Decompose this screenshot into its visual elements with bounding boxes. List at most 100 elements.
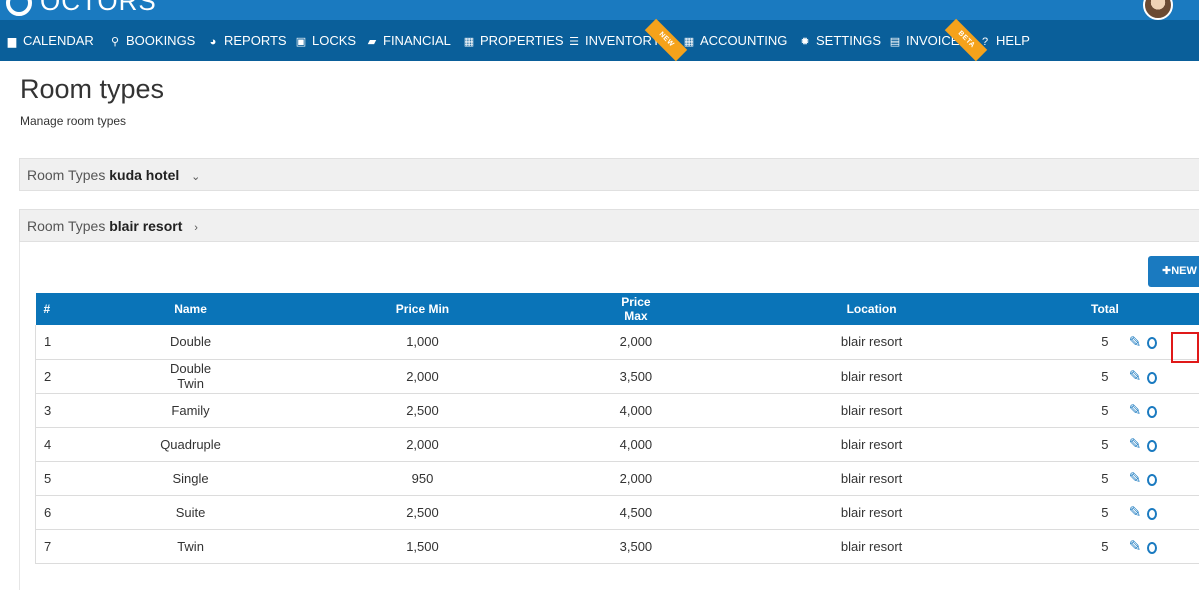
cell-price-min: 2,000 xyxy=(225,427,620,462)
table-row: 7 Twin 1,500 3,500 blair resort 5 ✎ xyxy=(34,529,1199,564)
cell-price-min: 1,000 xyxy=(225,325,620,360)
cell-number: 1 xyxy=(34,325,156,360)
delete-icon[interactable] xyxy=(1147,541,1158,554)
main-nav: ▆ CALENDAR ⚲ BOOKINGS ◕ REPORTS ▣ LOCKS ▰ FIN… xyxy=(0,18,1199,62)
new-room-type-button[interactable]: ✚NEW xyxy=(1148,256,1199,287)
gear-icon: ✹ xyxy=(800,36,810,48)
col-total: Total xyxy=(1091,293,1119,325)
cell-price-max: 4,000 xyxy=(619,393,653,428)
cell-price-max: 4,500 xyxy=(619,495,653,530)
edit-pencil-icon[interactable]: ✎ xyxy=(1129,435,1142,453)
col-location: Location xyxy=(652,293,1091,325)
cell-total: 5 xyxy=(1091,461,1119,496)
edit-pencil-icon[interactable]: ✎ xyxy=(1129,333,1142,351)
table-row: 1 Double 1,000 2,000 blair resort 5 ✎ xyxy=(34,325,1199,360)
cell-actions: ✎ xyxy=(1118,495,1199,530)
user-avatar[interactable] xyxy=(1143,0,1173,20)
question-circle-icon: ? xyxy=(981,36,989,48)
table-header-row: # Name Price Min Price Max Location Tota… xyxy=(35,293,1199,325)
cell-price-min: 950 xyxy=(225,461,620,496)
table-row: 6 Suite 2,500 4,500 blair resort 5 ✎ xyxy=(34,495,1199,530)
cell-name: Family xyxy=(155,393,226,428)
cell-price-max: 3,500 xyxy=(619,529,653,564)
cell-actions: ✎ xyxy=(1118,393,1199,428)
cell-total: 5 xyxy=(1091,529,1119,564)
cell-price-max: 2,000 xyxy=(619,325,653,360)
panel-hotel-name: kuda hotel xyxy=(109,167,180,183)
col-price-min: Price Min xyxy=(225,293,620,325)
cell-price-max: 4,000 xyxy=(619,427,653,462)
plus-icon: ✚ xyxy=(1162,265,1172,277)
nav-settings[interactable]: ✹ SETTINGS xyxy=(799,20,881,61)
nav-properties[interactable]: ▦ PROPERTIES xyxy=(463,20,564,61)
brand-logo[interactable]: OCTORS xyxy=(6,0,157,17)
nav-locks[interactable]: ▣ LOCKS xyxy=(295,20,356,61)
edit-highlight-box xyxy=(1171,332,1199,363)
cell-actions: ✎ xyxy=(1118,461,1199,496)
cell-location: blair resort xyxy=(652,393,1091,428)
cell-price-min: 2,500 xyxy=(225,495,620,530)
page-subtitle: Manage room types xyxy=(20,114,127,128)
calculator-icon: ▦ xyxy=(683,36,695,48)
map-icon: ▦ xyxy=(463,36,475,48)
cell-number: 3 xyxy=(34,393,156,428)
edit-pencil-icon[interactable]: ✎ xyxy=(1129,469,1142,487)
cell-name: Suite xyxy=(155,495,226,530)
logo-icon xyxy=(6,0,32,17)
edit-pencil-icon[interactable]: ✎ xyxy=(1129,367,1142,385)
cell-price-max: 3,500 xyxy=(619,359,653,394)
cell-price-min: 2,000 xyxy=(225,359,620,394)
delete-icon[interactable] xyxy=(1147,439,1158,452)
file-icon: ▤ xyxy=(889,36,901,48)
nav-reports[interactable]: ◕ REPORTS xyxy=(207,20,287,61)
delete-icon[interactable] xyxy=(1147,405,1158,418)
col-number: # xyxy=(35,293,156,325)
room-types-table: # Name Price Min Price Max Location Tota… xyxy=(34,293,1199,564)
cell-location: blair resort xyxy=(652,495,1091,530)
panel-prefix: Room Types xyxy=(27,218,106,234)
delete-icon[interactable] xyxy=(1147,473,1158,486)
table-row: 5 Single 950 2,000 blair resort 5 ✎ xyxy=(34,461,1199,496)
edit-pencil-icon[interactable]: ✎ xyxy=(1129,537,1142,555)
col-actions: Ac xyxy=(1118,293,1199,325)
cell-name: Double xyxy=(155,325,226,360)
cell-total: 5 xyxy=(1091,325,1119,360)
nav-calendar[interactable]: ▆ CALENDAR xyxy=(6,20,94,61)
nav-help[interactable]: ? HELP xyxy=(979,20,1030,61)
lock-icon: ▣ xyxy=(295,36,307,48)
delete-icon[interactable] xyxy=(1147,337,1158,350)
nav-financial[interactable]: ▰ FINANCIAL xyxy=(366,20,451,61)
cell-number: 7 xyxy=(34,529,156,564)
cell-price-min: 2,500 xyxy=(225,393,620,428)
folder-open-icon: ▰ xyxy=(367,36,377,48)
cell-name: Quadruple xyxy=(155,427,226,462)
cell-number: 5 xyxy=(34,461,156,496)
panel-kuda-hotel[interactable]: Room Types kuda hotel ⌄ xyxy=(19,158,1199,191)
edit-pencil-icon[interactable]: ✎ xyxy=(1129,401,1142,419)
table-row: 4 Quadruple 2,000 4,000 blair resort 5 ✎ xyxy=(34,427,1199,462)
cell-location: blair resort xyxy=(652,529,1091,564)
delete-icon[interactable] xyxy=(1147,507,1158,520)
cell-location: blair resort xyxy=(652,325,1091,360)
cell-location: blair resort xyxy=(652,427,1091,462)
chevron-down-icon: ⌄ xyxy=(191,171,201,183)
delete-icon[interactable] xyxy=(1147,371,1158,384)
cell-total: 5 xyxy=(1091,427,1119,462)
cell-location: blair resort xyxy=(652,461,1091,496)
nav-bookings[interactable]: ⚲ BOOKINGS xyxy=(109,20,195,61)
edit-pencil-icon[interactable]: ✎ xyxy=(1129,503,1142,521)
nav-accounting[interactable]: ▦ ACCOUNTING xyxy=(683,20,788,61)
col-name: Name xyxy=(155,293,226,325)
nav-inventory[interactable]: ☰ INVENTORY xyxy=(568,20,660,61)
pie-chart-icon: ◕ xyxy=(209,36,217,48)
panel-blair-resort[interactable]: Room Types blair resort › xyxy=(19,209,1199,242)
table-row: 3 Family 2,500 4,000 blair resort 5 ✎ xyxy=(34,393,1199,428)
cell-actions: ✎ xyxy=(1118,427,1199,462)
cell-name: Double Twin xyxy=(155,359,226,394)
panel-prefix: Room Types xyxy=(27,167,106,183)
cell-name: Twin xyxy=(155,529,226,564)
page-title: Room types xyxy=(20,74,165,104)
col-price-max: Price Max xyxy=(619,293,653,325)
cell-actions: ✎ xyxy=(1118,359,1199,394)
cell-location: blair resort xyxy=(652,359,1091,394)
